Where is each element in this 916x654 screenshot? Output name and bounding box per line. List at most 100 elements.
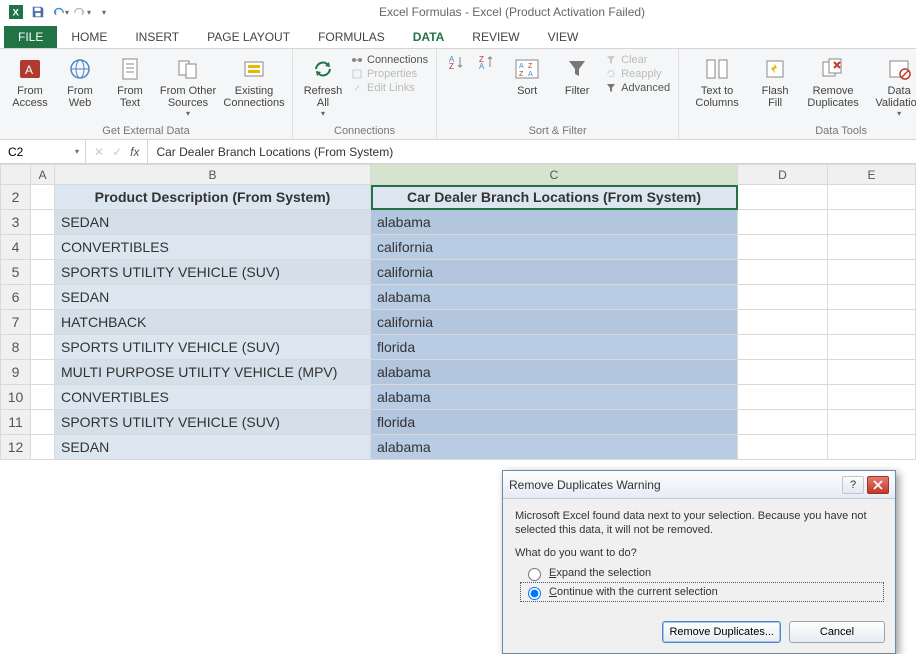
cell-E3[interactable] [828,210,916,235]
cell-D6[interactable] [738,285,828,310]
cell-C9[interactable]: alabama [371,360,738,385]
cell-A10[interactable] [31,385,55,410]
remove-duplicates-button[interactable]: RemoveDuplicates [803,51,863,109]
cell-B2[interactable]: Product Description (From System) [55,185,371,210]
cell-E4[interactable] [828,235,916,260]
cell-A9[interactable] [31,360,55,385]
cell-C6[interactable]: alabama [371,285,738,310]
cell-E10[interactable] [828,385,916,410]
cell-C5[interactable]: california [371,260,738,285]
refresh-all-button[interactable]: RefreshAll▾ [301,51,345,118]
row-header-8[interactable]: 8 [1,335,31,360]
cell-B10[interactable]: CONVERTIBLES [55,385,371,410]
cell-A11[interactable] [31,410,55,435]
cell-C8[interactable]: florida [371,335,738,360]
cell-A5[interactable] [31,260,55,285]
cell-A6[interactable] [31,285,55,310]
fx-icon[interactable]: fx [130,145,139,159]
cell-D9[interactable] [738,360,828,385]
cell-B12[interactable]: SEDAN [55,435,371,460]
cell-B9[interactable]: MULTI PURPOSE UTILITY VEHICLE (MPV) [55,360,371,385]
row-header-10[interactable]: 10 [1,385,31,410]
cell-C11[interactable]: florida [371,410,738,435]
cell-B8[interactable]: SPORTS UTILITY VEHICLE (SUV) [55,335,371,360]
cell-D5[interactable] [738,260,828,285]
cell-A8[interactable] [31,335,55,360]
col-header-D[interactable]: D [738,165,828,185]
cell-C7[interactable]: california [371,310,738,335]
tab-formulas[interactable]: FORMULAS [304,26,399,48]
cell-B4[interactable]: CONVERTIBLES [55,235,371,260]
clear-button[interactable]: Clear [605,53,670,67]
properties-button[interactable]: Properties [351,67,428,81]
row-header-9[interactable]: 9 [1,360,31,385]
col-header-B[interactable]: B [55,165,371,185]
qat-customize-icon[interactable]: ▾ [94,2,114,22]
tab-home[interactable]: HOME [57,26,121,48]
row-header-11[interactable]: 11 [1,410,31,435]
connections-button[interactable]: Connections [351,53,428,67]
col-header-C[interactable]: C [371,165,738,185]
undo-icon[interactable]: ▾ [50,2,70,22]
cell-C4[interactable]: california [371,235,738,260]
cell-E11[interactable] [828,410,916,435]
radio-continue-selection[interactable]: Continue with the current selection [521,583,883,601]
from-web-button[interactable]: FromWeb [58,51,102,109]
cell-E5[interactable] [828,260,916,285]
excel-icon[interactable]: X [6,2,26,22]
dialog-close-button[interactable] [867,476,889,494]
from-other-sources-button[interactable]: From OtherSources▾ [158,51,218,118]
flash-fill-button[interactable]: FlashFill [753,51,797,109]
existing-connections-button[interactable]: ExistingConnections [224,51,284,109]
row-header-4[interactable]: 4 [1,235,31,260]
cell-E8[interactable] [828,335,916,360]
cell-C10[interactable]: alabama [371,385,738,410]
row-header-6[interactable]: 6 [1,285,31,310]
cell-C2[interactable]: Car Dealer Branch Locations (From System… [371,185,738,210]
tab-data[interactable]: DATA [399,26,459,48]
cell-E9[interactable] [828,360,916,385]
filter-button[interactable]: Filter [555,51,599,97]
cell-B6[interactable]: SEDAN [55,285,371,310]
cell-D12[interactable] [738,435,828,460]
sort-button[interactable]: AZZASort [505,51,549,97]
cell-A12[interactable] [31,435,55,460]
tab-file[interactable]: FILE [4,26,57,48]
cancel-formula-icon[interactable]: ✕ [94,145,104,159]
name-box-input[interactable] [6,144,75,160]
cell-D8[interactable] [738,335,828,360]
cancel-button[interactable]: Cancel [789,621,885,643]
cell-A3[interactable] [31,210,55,235]
tab-page-layout[interactable]: PAGE LAYOUT [193,26,304,48]
cell-D10[interactable] [738,385,828,410]
cell-E7[interactable] [828,310,916,335]
sort-za-button[interactable]: ZA [475,51,499,71]
advanced-button[interactable]: Advanced [605,81,670,95]
col-header-E[interactable]: E [828,165,916,185]
tab-review[interactable]: REVIEW [458,26,533,48]
cell-E2[interactable] [828,185,916,210]
cell-E12[interactable] [828,435,916,460]
cell-D4[interactable] [738,235,828,260]
row-header-3[interactable]: 3 [1,210,31,235]
save-icon[interactable] [28,2,48,22]
cell-D7[interactable] [738,310,828,335]
radio-expand-input[interactable] [528,568,541,581]
cell-B5[interactable]: SPORTS UTILITY VEHICLE (SUV) [55,260,371,285]
col-header-A[interactable]: A [31,165,55,185]
cell-D3[interactable] [738,210,828,235]
tab-view[interactable]: VIEW [534,26,593,48]
row-header-2[interactable]: 2 [1,185,31,210]
cell-B7[interactable]: HATCHBACK [55,310,371,335]
redo-icon[interactable]: ▾ [72,2,92,22]
row-header-7[interactable]: 7 [1,310,31,335]
name-box[interactable]: ▾ [0,140,86,163]
edit-links-button[interactable]: Edit Links [351,81,428,95]
row-header-12[interactable]: 12 [1,435,31,460]
remove-duplicates-button-dialog[interactable]: Remove Duplicates... [662,621,781,643]
select-all-corner[interactable] [1,165,31,185]
cell-B3[interactable]: SEDAN [55,210,371,235]
cell-C3[interactable]: alabama [371,210,738,235]
cell-D2[interactable] [738,185,828,210]
data-validation-button[interactable]: DataValidation▾ [869,51,916,118]
